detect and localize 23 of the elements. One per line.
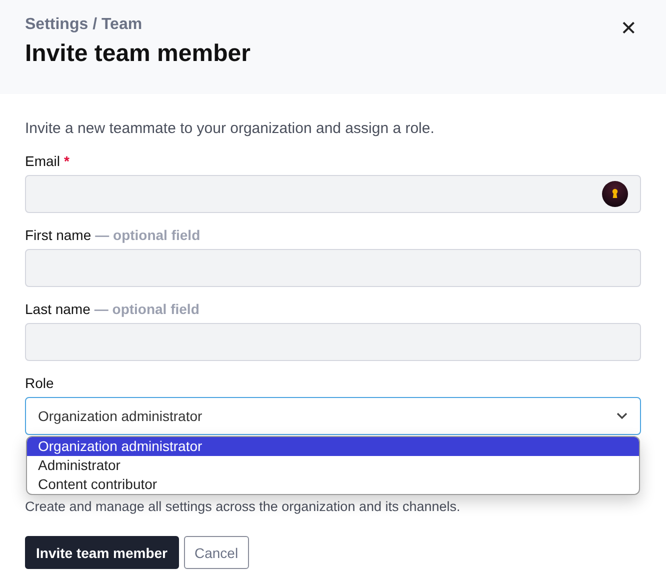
invite-button[interactable]: Invite team member xyxy=(25,536,178,569)
dropdown-option[interactable]: Content contributor xyxy=(27,475,639,494)
role-description: Create and manage all settings across the organization and its channels. xyxy=(25,499,462,514)
close-button[interactable]: ✕ xyxy=(616,14,641,42)
dropdown-option[interactable]: Administrator xyxy=(27,456,639,475)
dialog-title: Invite team member xyxy=(25,40,250,68)
input-field[interactable] xyxy=(25,323,641,361)
input-field[interactable] xyxy=(25,175,641,213)
chevron-down-icon xyxy=(616,412,628,420)
optional-hint: — optional field xyxy=(95,227,200,243)
optional-hint: — optional field xyxy=(94,301,200,317)
cancel-button[interactable]: Cancel xyxy=(184,536,250,569)
required-asterisk: * xyxy=(64,153,70,169)
field-label: Email xyxy=(25,153,60,169)
field-label: Last name xyxy=(25,301,90,317)
keyhole-icon[interactable] xyxy=(602,181,628,207)
input-field[interactable] xyxy=(25,249,641,287)
intro-text: Invite a new teammate to your organization and assign a role. xyxy=(25,120,436,137)
breadcrumb: Settings / Team xyxy=(25,16,144,34)
role-dropdown[interactable]: Organization administrator xyxy=(25,397,641,435)
field-label: First name xyxy=(25,227,92,243)
dropdown-option[interactable]: Organization administrator xyxy=(27,437,639,456)
field-label: Role xyxy=(25,375,54,391)
